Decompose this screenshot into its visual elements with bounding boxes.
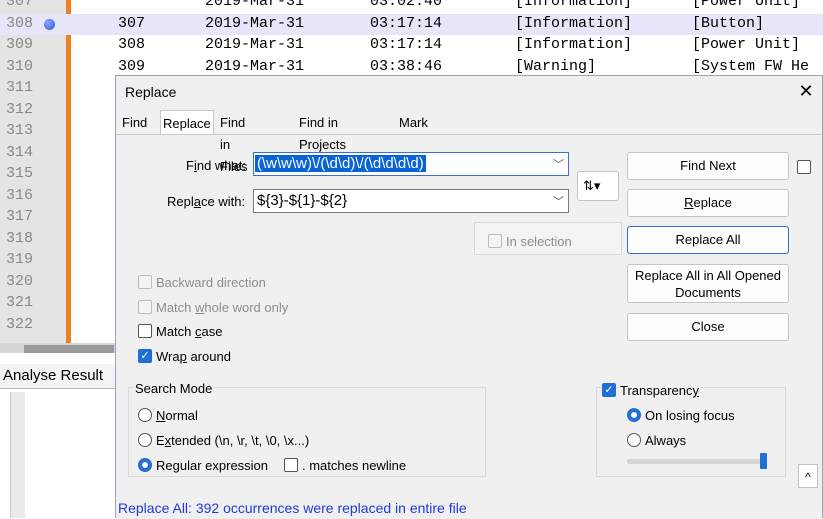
log-date: 2019-Mar-31 [205, 0, 305, 10]
replace-button[interactable]: Replace [627, 189, 789, 217]
panel-scrollbar[interactable] [10, 392, 25, 518]
find-what-label: Find what: [186, 158, 246, 173]
match-whole-word-label: Match whole word only [156, 300, 289, 315]
replace-all-in-opened-documents-button[interactable]: Replace All in All Opened Documents [627, 264, 789, 303]
line-number: 315 [6, 165, 34, 182]
search-mode-extended-label: Extended (\n, \r, \t, \0, \x...) [156, 433, 310, 448]
log-time: 03:38:46 [370, 57, 443, 75]
status-message: Replace All: 392 occurrences were replac… [118, 500, 467, 516]
find-what-value: (\w\w\w)\/(\d\d)\/(\d\d\d\d) [255, 155, 426, 172]
swap-icon: ⇅▾ [583, 178, 601, 193]
status-bar: Replace All: 392 occurrences were replac… [116, 497, 822, 519]
replace-with-value: ${3}-${1}-${2} [257, 192, 348, 209]
transparency-on-losing-focus-radio[interactable] [627, 408, 641, 422]
dot-matches-newline-checkbox[interactable] [284, 458, 298, 472]
transparency-label: Transparency [620, 383, 701, 398]
editor-line[interactable]: 308 307 2019-Mar-31 03:17:14 [Information] [B… [0, 13, 823, 35]
log-level: [Information] [515, 14, 633, 32]
tab-replace[interactable]: Replace [160, 110, 214, 135]
line-number: 312 [6, 100, 34, 118]
line-number: 310 [6, 57, 34, 75]
log-src: [System FW He [692, 57, 810, 75]
wrap-around-checkbox[interactable]: ✓ [138, 349, 152, 363]
line-number: 319 [6, 251, 34, 268]
search-mode-normal-radio[interactable] [138, 408, 152, 422]
line-number: 314 [6, 143, 34, 161]
tab-find-in-files[interactable]: Find in Files [218, 112, 249, 174]
line-number: 322 [6, 315, 34, 333]
log-row: 307 [118, 14, 146, 32]
search-mode-regex-label: Regular expression [156, 458, 269, 473]
line-number: 320 [6, 272, 34, 290]
log-row: 308 [118, 36, 146, 53]
line-number: 313 [6, 122, 34, 139]
find-next-button[interactable]: Find Next [627, 152, 789, 180]
find-next-option-checkbox[interactable] [797, 160, 811, 174]
log-src: [Button] [692, 14, 765, 32]
close-button[interactable]: Close [627, 313, 789, 341]
line-number: 311 [6, 79, 34, 96]
log-time: 03:17:14 [370, 14, 443, 32]
analyse-result-label: Analyse Result [3, 367, 104, 384]
match-case-label: Match case [156, 324, 223, 339]
dialog-titlebar[interactable]: Replace ✕ [116, 76, 822, 109]
log-src: [Power Unit] [692, 0, 801, 10]
tab-divider [116, 134, 822, 135]
backward-direction-checkbox[interactable] [138, 275, 152, 289]
transparency-slider-track[interactable] [627, 459, 767, 464]
tab-find[interactable]: Find [120, 112, 149, 134]
line-number: 317 [6, 208, 34, 225]
backward-direction-label: Backward direction [156, 275, 266, 290]
chevron-down-icon[interactable]: ﹀ [553, 193, 564, 209]
dot-matches-newline-label: . matches newline [302, 458, 407, 473]
transparency-always-radio[interactable] [627, 433, 641, 447]
bookmark-icon[interactable] [44, 18, 55, 30]
replace-dialog: Replace ✕ Find Replace Find in Files Fin… [115, 75, 823, 519]
log-src: [Power Unit] [692, 36, 801, 53]
dialog-title: Replace [125, 84, 177, 100]
log-date: 2019-Mar-31 [205, 36, 305, 53]
tab-mark[interactable]: Mark [397, 112, 430, 134]
line-number: 318 [6, 229, 34, 247]
transparency-checkbox[interactable]: ✓ [602, 383, 616, 397]
analyse-result-tab[interactable]: Analyse Result [0, 364, 115, 389]
tab-find-in-projects[interactable]: Find in Projects [297, 112, 348, 152]
always-label: Always [645, 433, 687, 448]
line-number: 307 [6, 0, 34, 10]
search-mode-extended-radio[interactable] [138, 433, 152, 447]
line-number: 321 [6, 294, 34, 311]
scrollbar-thumb[interactable] [24, 345, 114, 353]
on-losing-focus-label: On losing focus [645, 408, 735, 423]
swap-find-replace-button[interactable]: ⇅▾ [577, 171, 619, 201]
replace-with-input[interactable]: ${3}-${1}-${2} ﹀ [253, 189, 569, 213]
editor-line[interactable]: 309 308 2019-Mar-31 03:17:14 [Information] [P… [0, 35, 823, 57]
replace-all-button[interactable]: Replace All [627, 226, 789, 254]
in-selection-label: In selection [506, 234, 572, 249]
log-date: 2019-Mar-31 [205, 14, 305, 32]
collapse-button[interactable]: ^ [798, 464, 818, 488]
chevron-down-icon[interactable]: ﹀ [553, 156, 564, 172]
line-number: 316 [6, 186, 34, 204]
log-level: [Information] [515, 36, 633, 53]
log-row: 309 [118, 57, 146, 75]
match-case-checkbox[interactable] [138, 324, 152, 338]
editor-line[interactable]: 307 2019-Mar-31 03:02:40 [Information] [Powe… [0, 0, 823, 14]
line-number: 309 [6, 36, 34, 53]
search-mode-regex-radio[interactable] [138, 458, 152, 472]
search-mode-label: Search Mode [133, 381, 215, 396]
in-selection-checkbox[interactable] [488, 234, 502, 248]
log-level: [Warning] [515, 57, 597, 75]
log-time: 03:17:14 [370, 36, 443, 53]
log-time: 03:02:40 [370, 0, 443, 10]
transparency-slider-thumb[interactable] [760, 453, 767, 469]
log-level: [Information] [515, 0, 633, 10]
log-date: 2019-Mar-31 [205, 57, 305, 75]
search-mode-normal-label: Normal [156, 408, 198, 423]
line-number: 308 [6, 14, 34, 32]
wrap-around-label: Wrap around [156, 349, 231, 364]
find-what-input[interactable]: (\w\w\w)\/(\d\d)\/(\d\d\d\d) ﹀ [253, 152, 569, 176]
close-icon[interactable]: ✕ [796, 81, 816, 101]
replace-with-label: Replace with: [167, 194, 246, 209]
match-whole-word-checkbox[interactable] [138, 300, 152, 314]
